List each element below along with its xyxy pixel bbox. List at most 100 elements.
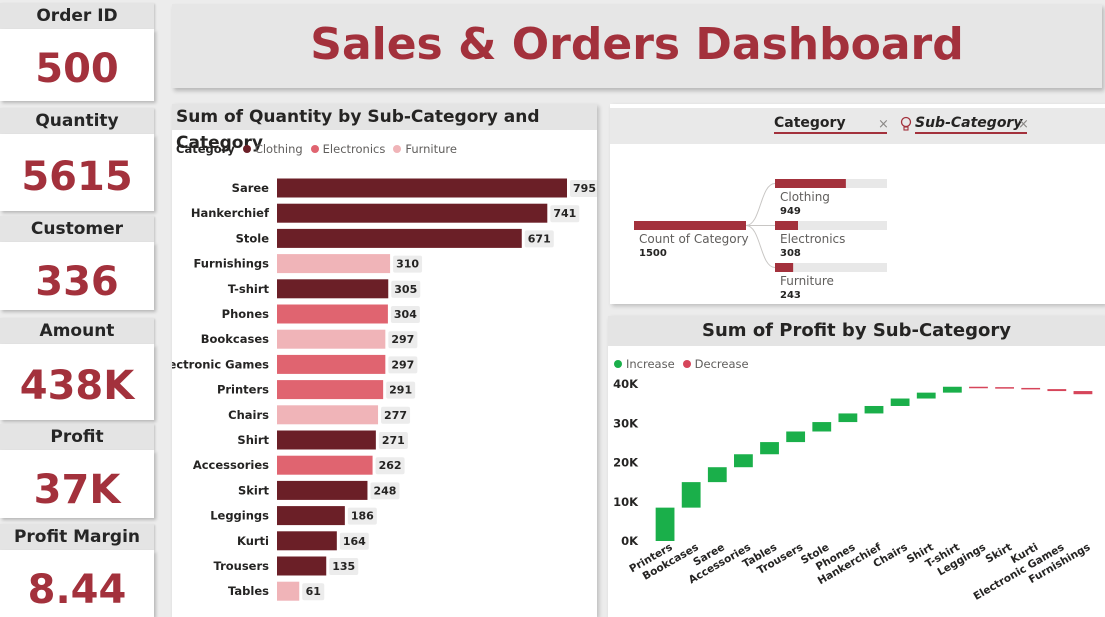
y-tick-10k: 10K bbox=[613, 495, 639, 509]
data-label-leggings: 186 bbox=[351, 510, 374, 523]
data-label-hankerchief: 741 bbox=[553, 207, 576, 220]
bar-shirt bbox=[277, 430, 376, 450]
bar-hankerchief bbox=[277, 203, 548, 223]
bar-saree bbox=[277, 178, 567, 198]
y-tick-label-chairs: Chairs bbox=[228, 408, 269, 422]
decomp-value-clothing: 949 bbox=[780, 206, 801, 217]
decomp-bar-electronics bbox=[775, 221, 798, 230]
decomposition-tree: Count of Category 1500 Clothing 949 Electron… bbox=[634, 179, 887, 301]
y-tick-label-furnishings: Furnishings bbox=[193, 257, 269, 271]
y-tick-label-kurti: Kurti bbox=[237, 534, 269, 548]
decomp-connector-clothing bbox=[745, 183, 776, 226]
decomp-bar-clothing bbox=[775, 179, 846, 188]
y-tick-label-accessories: Accessories bbox=[193, 458, 269, 472]
profit-waterfall-chart: 0K10K20K30K40KPrintersBookcasesSareeAcce… bbox=[613, 377, 1093, 603]
waterfall-bar-trousers bbox=[786, 431, 806, 443]
y-tick-20k: 20K bbox=[613, 456, 639, 470]
decomp-connector-furniture bbox=[745, 225, 776, 268]
decomp-label-clothing: Clothing bbox=[780, 190, 830, 204]
waterfall-bar-electronic-games bbox=[1047, 389, 1067, 392]
y-tick-label-t-shirt: T-shirt bbox=[228, 282, 270, 296]
quantity-bar-chart: Saree 795 Hankerchief 741 Stole 671 Furnishing… bbox=[172, 178, 597, 601]
y-tick-label-tables: Tables bbox=[228, 584, 269, 598]
y-tick-label-saree: Saree bbox=[232, 181, 270, 195]
y-tick-0k: 0K bbox=[621, 534, 639, 548]
bar-tables bbox=[277, 581, 300, 601]
y-tick-label-hankerchief: Hankerchief bbox=[191, 206, 270, 220]
kpi-label-profit: Profit bbox=[0, 424, 154, 450]
bar-trousers bbox=[277, 556, 327, 576]
waterfall-bar-shirt bbox=[916, 392, 936, 399]
waterfall-bar-stole bbox=[812, 422, 832, 432]
waterfall-bar-leggings bbox=[969, 386, 988, 389]
decomp-root-bar bbox=[634, 221, 746, 230]
waterfall-bar-accessories bbox=[734, 454, 753, 468]
data-label-skirt: 248 bbox=[373, 484, 396, 497]
kpi-column: Order ID 500 Quantity 5615 Customer 336 … bbox=[0, 0, 157, 617]
waterfall-bar-tables bbox=[760, 442, 779, 455]
waterfall-bar-saree bbox=[707, 467, 727, 483]
dashboard-root: { "title": "Sales & Orders Dashboard", "… bbox=[0, 0, 1105, 617]
kpi-label-amount: Amount bbox=[0, 318, 154, 344]
decomposition-tree-panel[interactable]: Category × Sub-Category × Count of Categ… bbox=[610, 104, 1105, 304]
kpi-value-quantity: 5615 bbox=[0, 134, 154, 211]
kpi-value-customer: 336 bbox=[0, 242, 154, 310]
data-label-bookcases: 297 bbox=[391, 333, 414, 346]
waterfall-bar-furnishings bbox=[1073, 391, 1093, 395]
kpi-label-order-id: Order ID bbox=[0, 3, 154, 29]
y-tick-label-bookcases: Bookcases bbox=[201, 332, 269, 346]
y-tick-label-shirt: Shirt bbox=[237, 433, 269, 447]
kpi-value-profit: 37K bbox=[0, 450, 154, 518]
y-tick-label-electronic-games: Electronic Games bbox=[172, 357, 269, 371]
waterfall-bar-bookcases bbox=[681, 482, 701, 508]
waterfall-bar-chairs bbox=[890, 398, 910, 406]
decomp-bar-furniture bbox=[775, 263, 794, 272]
data-label-electronic-games: 297 bbox=[391, 358, 414, 371]
quantity-chart-panel[interactable]: Sum of Quantity by Sub-Category and Cate… bbox=[172, 104, 597, 617]
y-tick-label-leggings: Leggings bbox=[210, 509, 269, 523]
y-tick-label-phones: Phones bbox=[222, 307, 270, 321]
kpi-label-quantity: Quantity bbox=[0, 108, 154, 134]
bar-leggings bbox=[277, 506, 345, 526]
x-tick-skirt: Skirt bbox=[984, 541, 1015, 566]
data-label-stole: 671 bbox=[528, 232, 551, 245]
bar-chairs bbox=[277, 405, 379, 425]
decomp-label-furniture: Furniture bbox=[780, 274, 834, 288]
data-label-t-shirt: 305 bbox=[394, 283, 417, 296]
data-label-trousers: 135 bbox=[332, 560, 355, 573]
bar-kurti bbox=[277, 531, 337, 551]
y-tick-label-printers: Printers bbox=[217, 383, 269, 397]
kpi-value-amount: 438K bbox=[0, 344, 154, 420]
data-label-shirt: 271 bbox=[382, 434, 405, 447]
profit-chart-panel[interactable]: Sum of Profit by Sub-Category Increase D… bbox=[608, 316, 1105, 617]
y-tick-label-trousers: Trousers bbox=[213, 559, 269, 573]
bar-accessories bbox=[277, 455, 373, 475]
title-banner: Sales & Orders Dashboard bbox=[172, 4, 1102, 88]
waterfall-bar-kurti bbox=[1021, 387, 1041, 390]
waterfall-bar-hankerchief bbox=[864, 405, 884, 414]
waterfall-bar-phones bbox=[838, 413, 858, 423]
data-label-accessories: 262 bbox=[379, 459, 402, 472]
y-tick-label-skirt: Skirt bbox=[238, 483, 270, 497]
bar-bookcases bbox=[277, 329, 386, 349]
bar-t-shirt bbox=[277, 279, 389, 299]
bar-skirt bbox=[277, 480, 368, 500]
decomp-value-furniture: 243 bbox=[780, 290, 801, 301]
decomp-value-electronics: 308 bbox=[780, 248, 801, 259]
y-tick-label-stole: Stole bbox=[236, 231, 270, 245]
bar-stole bbox=[277, 228, 522, 248]
data-label-chairs: 277 bbox=[384, 409, 407, 422]
data-label-printers: 291 bbox=[389, 384, 412, 397]
kpi-label-customer: Customer bbox=[0, 216, 154, 242]
waterfall-bar-skirt bbox=[995, 387, 1014, 389]
data-label-saree: 795 bbox=[573, 182, 596, 195]
y-tick-30k: 30K bbox=[613, 416, 639, 430]
decomp-root-value: 1500 bbox=[639, 248, 667, 259]
bar-phones bbox=[277, 304, 388, 324]
y-tick-40k: 40K bbox=[613, 377, 639, 391]
bar-printers bbox=[277, 380, 384, 400]
bar-electronic-games bbox=[277, 354, 386, 374]
data-label-tables: 61 bbox=[306, 585, 321, 598]
bar-furnishings bbox=[277, 254, 391, 274]
page-title: Sales & Orders Dashboard bbox=[310, 19, 964, 70]
